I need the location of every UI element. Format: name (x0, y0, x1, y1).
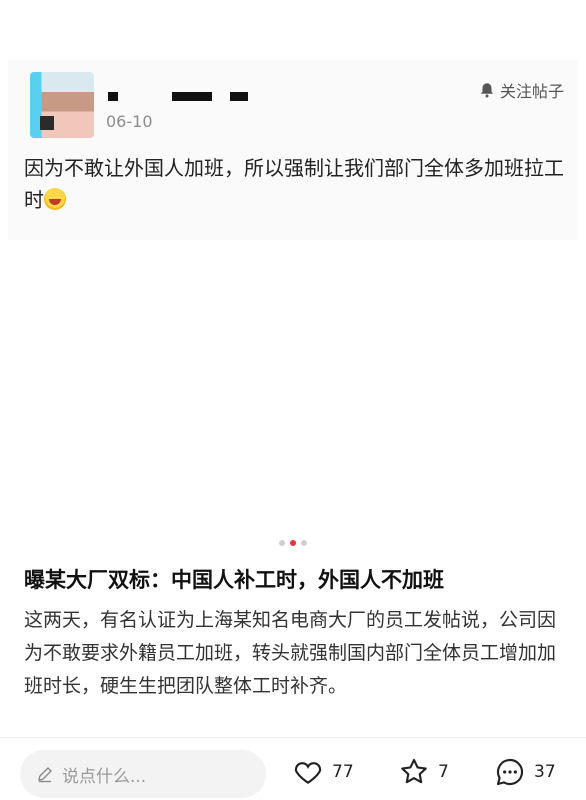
footer-divider (0, 737, 586, 738)
avatar[interactable] (30, 72, 94, 138)
post-date: 06-10 (106, 112, 153, 131)
pencil-icon (38, 767, 52, 783)
follow-post-label: 关注帖子 (499, 82, 564, 101)
like-count: 77 (332, 762, 354, 782)
comment-placeholder: 说点什么... (62, 766, 147, 787)
post-text: 因为不敢让外国人加班，所以强制让我们部门全体多加班拉工时 (24, 156, 564, 212)
comment-button[interactable]: 37 (494, 756, 556, 788)
grinning-sweat-emoji-icon (44, 188, 66, 210)
post-content: 因为不敢让外国人加班，所以强制让我们部门全体多加班拉工时 (24, 152, 569, 216)
carousel-dot-active (290, 540, 296, 546)
follow-post-button[interactable]: 关注帖子 (478, 78, 564, 102)
comment-count: 37 (534, 762, 556, 782)
comment-input[interactable]: 说点什么... (20, 750, 266, 798)
bell-icon (480, 83, 493, 98)
favorite-count: 7 (438, 762, 449, 782)
like-button[interactable]: 77 (292, 756, 354, 788)
favorite-button[interactable]: 7 (398, 756, 449, 788)
article-summary: 这两天，有名认证为上海某知名电商大厂的员工发帖说，公司因为不敢要求外籍员工加班，… (24, 609, 557, 697)
star-icon (401, 758, 427, 784)
article-headline: 曝某大厂双标：中国人补工时，外国人不加班 (24, 568, 444, 592)
heart-icon (294, 762, 322, 784)
carousel-indicator (0, 540, 586, 546)
post-card: 06-10 关注帖子 因为不敢让外国人加班，所以强制让我们部门全体多加班拉工时 (8, 60, 578, 240)
comment-bubble-icon (496, 758, 524, 786)
carousel-dot (279, 540, 285, 546)
carousel-dot (301, 540, 307, 546)
